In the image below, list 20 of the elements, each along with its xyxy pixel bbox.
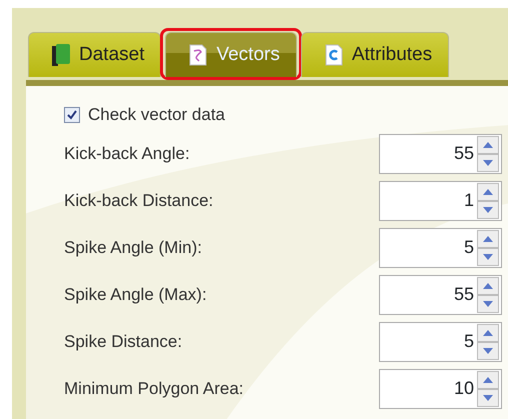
- checkbox[interactable]: [64, 107, 80, 123]
- number-spinner[interactable]: 5: [379, 228, 502, 268]
- book-icon: [51, 43, 71, 67]
- tab[interactable]: Dataset: [28, 32, 162, 77]
- number-spinner[interactable]: 1: [379, 180, 502, 220]
- field-label: Spike Distance:: [64, 330, 184, 353]
- field-label: Spike Angle (Max):: [64, 284, 208, 306]
- number-spinner[interactable]: 55: [379, 274, 502, 314]
- number-spinner[interactable]: 10: [379, 368, 502, 408]
- field-label: Spike Angle (Min):: [64, 236, 203, 259]
- document-icon: [188, 43, 208, 67]
- c-document-icon: [324, 43, 344, 67]
- tab[interactable]: Attributes: [300, 32, 450, 77]
- checkbox-label: Check vector data: [88, 104, 226, 126]
- field-label: Kick-back Distance:: [64, 190, 214, 212]
- field-label: Minimum Polygon Area:: [64, 378, 245, 400]
- field-label: Kick-back Angle:: [64, 142, 191, 165]
- number-spinner[interactable]: 55: [379, 134, 502, 174]
- tab[interactable]: Vectors: [165, 32, 297, 77]
- number-spinner[interactable]: 5: [379, 322, 502, 362]
